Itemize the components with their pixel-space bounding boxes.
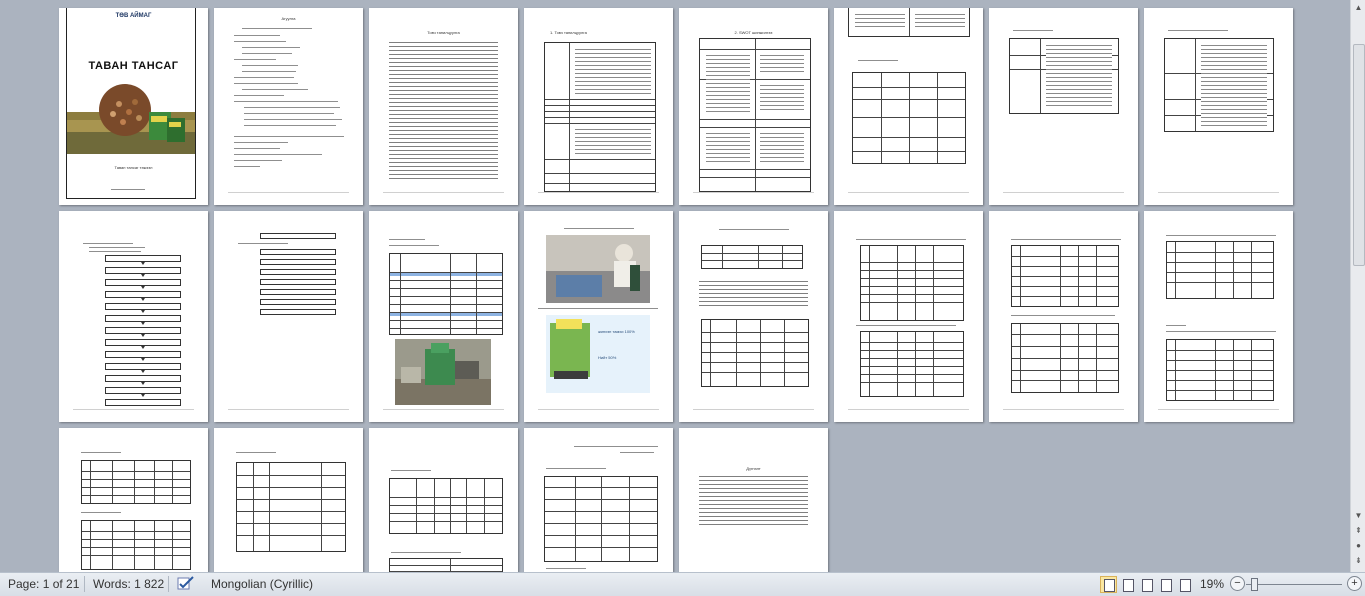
page-7[interactable] <box>989 8 1138 205</box>
page-6[interactable] <box>834 8 983 205</box>
page-4-overview[interactable]: 1. Товч танилцуулга <box>524 8 673 205</box>
product-ad: жинхэн тамхи 100% Нийт 50% <box>546 315 650 393</box>
vertical-scrollbar[interactable]: ▲ ▼ ⇞ ● ⇟ <box>1350 0 1365 572</box>
page-15[interactable] <box>989 211 1138 422</box>
cover-header: ТӨВ АЙМАГ <box>115 13 152 19</box>
zoom-in-button[interactable]: + <box>1347 576 1362 591</box>
product-ad-line2: Нийт 50% <box>598 355 617 360</box>
arrow-down-icon[interactable]: ▼ <box>1353 510 1364 521</box>
page-16[interactable] <box>1144 211 1293 422</box>
full-screen-reading-icon[interactable] <box>1119 576 1136 593</box>
language-indicator[interactable]: Mongolian (Cyrillic) <box>211 577 313 591</box>
page-9-flowchart[interactable] <box>59 211 208 422</box>
cover-date-line <box>111 189 145 190</box>
double-arrow-down-icon[interactable]: ⇟ <box>1353 555 1364 566</box>
conclusion-heading: Дүгнэлт <box>746 466 761 471</box>
summary-body-text <box>389 40 498 180</box>
outline-view-icon[interactable] <box>1157 576 1174 593</box>
page-18[interactable] <box>214 428 363 572</box>
page-13[interactable] <box>679 211 828 422</box>
word-count[interactable]: Words: 1 822 <box>93 577 164 591</box>
page-8-table <box>1164 38 1274 132</box>
page-17[interactable] <box>59 428 208 572</box>
scrollbar-thumb[interactable] <box>1353 44 1365 266</box>
zoom-slider-thumb[interactable] <box>1251 578 1258 591</box>
page-6-table <box>852 72 966 164</box>
draft-view-icon[interactable] <box>1176 576 1193 593</box>
cover-photo <box>67 82 195 154</box>
web-layout-icon[interactable] <box>1138 576 1155 593</box>
factory-photo <box>546 235 650 303</box>
conclusion-body-text <box>699 474 808 526</box>
page-20[interactable] <box>524 428 673 572</box>
page-1-cover[interactable]: ТӨВ АЙМАГ ТАВАН ТАНСАГ Таван тансаг тэжэ… <box>59 8 208 205</box>
page-11-table[interactable] <box>369 211 518 422</box>
arrow-up-icon[interactable]: ▲ <box>1353 2 1364 13</box>
circle-icon[interactable]: ● <box>1353 540 1364 551</box>
overview-heading: 1. Товч танилцуулга <box>550 30 587 35</box>
page-8[interactable] <box>1144 8 1293 205</box>
document-canvas[interactable]: ТӨВ АЙМАГ ТАВАН ТАНСАГ Таван тансаг тэжэ… <box>0 0 1350 572</box>
zoom-out-button[interactable]: − <box>1230 576 1245 591</box>
print-layout-view-icon[interactable] <box>1100 576 1117 593</box>
overview-table <box>544 42 656 192</box>
toc-heading: Агуулга <box>281 16 296 21</box>
page-3-summary[interactable]: Товч танилцуулга <box>369 8 518 205</box>
page-count[interactable]: Page: 1 of 21 <box>8 577 79 591</box>
status-bar: Page: 1 of 21 Words: 1 822 Mongolian (Cy… <box>0 572 1365 596</box>
cover-title: ТАВАН ТАНСАГ <box>88 60 179 72</box>
product-ad-line1: жинхэн тамхи 100% <box>598 329 635 334</box>
page-21-conclusion[interactable]: Дүгнэлт <box>679 428 828 572</box>
page-14[interactable] <box>834 211 983 422</box>
page-12-photos[interactable]: жинхэн тамхи 100% Нийт 50% <box>524 211 673 422</box>
page-2-contents[interactable]: Агуулга <box>214 8 363 205</box>
page-10-flowchart[interactable] <box>214 211 363 422</box>
swot-heading: 2. SWOT шинжилгээ <box>734 30 773 35</box>
machine-photo <box>395 339 491 405</box>
page-7-table <box>1009 38 1119 114</box>
page-19[interactable] <box>369 428 518 572</box>
spelling-check-icon[interactable] <box>177 575 195 591</box>
page-5-swot[interactable]: 2. SWOT шинжилгээ <box>679 8 828 205</box>
summary-heading: Товч танилцуулга <box>427 30 460 35</box>
cover-subtitle: Таван тансаг тэжээл <box>114 165 153 170</box>
zoom-level[interactable]: 19% <box>1200 577 1224 591</box>
zoom-slider[interactable] <box>1246 584 1342 585</box>
swot-table <box>699 38 811 192</box>
double-arrow-up-icon[interactable]: ⇞ <box>1353 525 1364 536</box>
